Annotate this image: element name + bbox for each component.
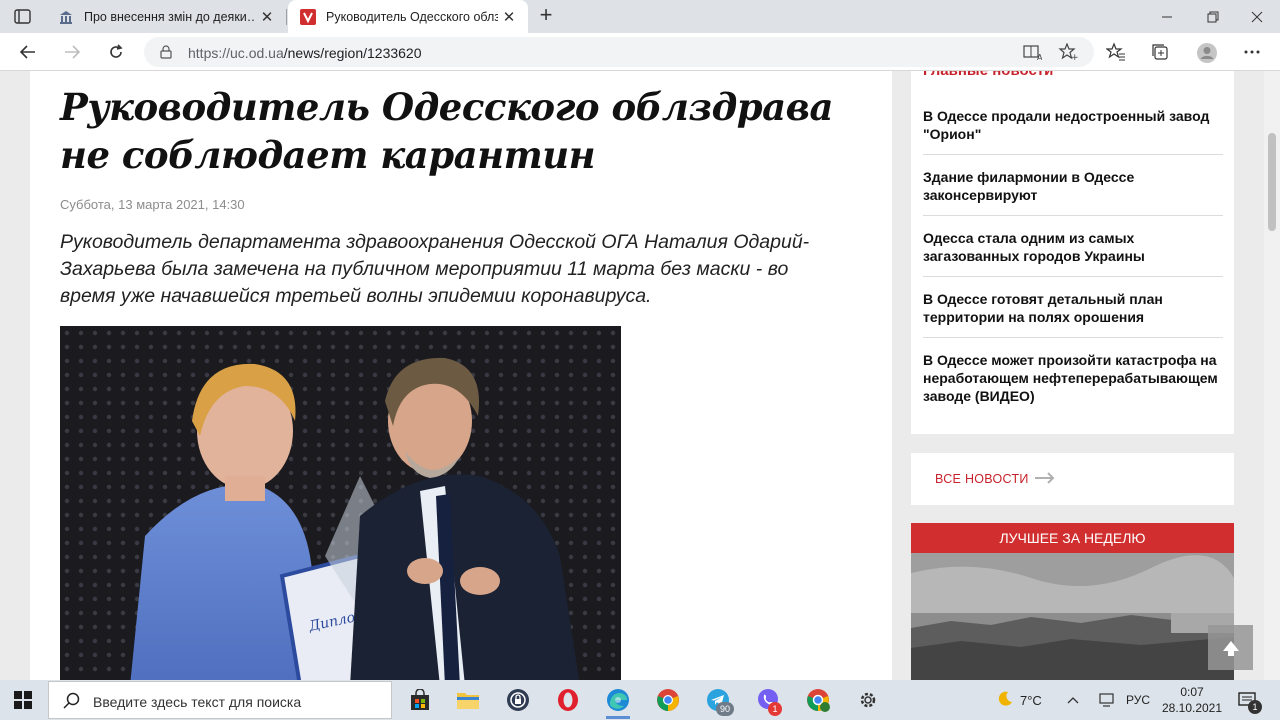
clock-time: 0:07 xyxy=(1180,685,1204,699)
lock-icon[interactable] xyxy=(160,45,172,59)
profile-avatar-icon[interactable] xyxy=(1196,42,1217,63)
article-date: Суббота, 13 марта 2021, 14:30 xyxy=(60,197,245,212)
windows-start-icon[interactable] xyxy=(14,691,32,709)
viber-app-icon[interactable]: 1 xyxy=(752,684,784,716)
show-hidden-icons-button[interactable] xyxy=(1066,680,1080,720)
language-indicator[interactable]: РУС xyxy=(1126,680,1150,720)
close-tab-icon[interactable]: ✕ xyxy=(256,8,278,26)
add-favorite-icon[interactable]: + xyxy=(1058,42,1079,63)
opera-browser-icon[interactable] xyxy=(552,684,584,716)
favorites-icon[interactable] xyxy=(1105,42,1126,62)
web-page: Руководитель Одесского облздрава не собл… xyxy=(0,71,1280,680)
reading-view-icon[interactable]: A xyxy=(1022,43,1043,62)
article-photo[interactable]: Диплом xyxy=(60,326,621,680)
news-link[interactable]: В Одессе готовят детальный план территор… xyxy=(923,290,1223,326)
telegram-badge: 90 xyxy=(716,702,734,716)
divider xyxy=(923,215,1223,216)
telegram-app-icon[interactable]: 90 xyxy=(702,684,734,716)
main-news-heading: Главные новости xyxy=(923,71,1053,79)
browser-toolbar: https://uc.od.ua/news/region/1233620 A + xyxy=(0,33,1280,71)
divider xyxy=(923,154,1223,155)
chrome-profile-icon[interactable] xyxy=(802,684,834,716)
tab-active[interactable]: Руководитель Одесского облзд ✕ xyxy=(288,0,528,33)
file-explorer-icon[interactable] xyxy=(452,684,484,716)
arrow-right-icon xyxy=(1034,471,1056,485)
forward-button[interactable] xyxy=(58,39,86,65)
all-news-label: ВСЕ НОВОСТИ xyxy=(935,472,1029,486)
tab-inactive[interactable]: Про внесення змін до деяки… ✕ xyxy=(46,0,286,33)
taskbar-search-input[interactable]: Введите здесь текст для поиска xyxy=(48,681,392,719)
viber-badge: 1 xyxy=(768,702,782,716)
back-button[interactable] xyxy=(14,39,42,65)
collections-icon[interactable] xyxy=(1150,42,1170,62)
news-link[interactable]: В Одессе может произойти катастрофа на н… xyxy=(923,351,1223,405)
new-tab-button[interactable]: + xyxy=(534,4,558,28)
notifications-icon[interactable]: 1 xyxy=(1238,680,1262,720)
url-text[interactable]: https://uc.od.ua/news/region/1233620 xyxy=(188,45,422,61)
search-placeholder: Введите здесь текст для поиска xyxy=(93,694,302,710)
more-menu-icon[interactable] xyxy=(1242,42,1262,62)
article-lead: Руководитель департамента здравоохранени… xyxy=(60,231,810,307)
scroll-to-top-button[interactable] xyxy=(1208,625,1253,670)
article-headline: Руководитель Одесского облздрава не собл… xyxy=(60,85,833,177)
close-window-button[interactable] xyxy=(1234,0,1280,33)
moon-icon xyxy=(996,690,1014,711)
site-logo-icon xyxy=(300,8,316,25)
tab-title: Про внесення змін до деяки… xyxy=(84,9,256,24)
store-app-icon[interactable] xyxy=(404,684,436,716)
government-site-icon xyxy=(58,9,74,25)
edge-browser-icon[interactable] xyxy=(602,684,634,719)
notifications-badge: 1 xyxy=(1248,700,1262,714)
restore-button[interactable] xyxy=(1190,0,1236,33)
all-news-link[interactable]: ВСЕ НОВОСТИ xyxy=(911,453,1234,505)
scrollbar-thumb[interactable] xyxy=(1268,133,1276,231)
chrome-browser-icon[interactable] xyxy=(652,684,684,716)
refresh-button[interactable] xyxy=(102,39,130,65)
main-news-box: Главные новости В Одессе продали недостр… xyxy=(911,71,1234,434)
network-icon[interactable] xyxy=(1098,680,1116,720)
best-of-week-box[interactable]: ЛУЧШЕЕ ЗА НЕДЕЛЮ xyxy=(911,523,1234,680)
taskbar: Введите здесь текст для поиска 90 1 7°C xyxy=(0,680,1280,720)
divider xyxy=(923,276,1223,277)
news-link[interactable]: Здание филармонии в Одессе законсервирую… xyxy=(923,168,1223,204)
tab-divider xyxy=(286,9,287,25)
tab-title: Руководитель Одесского облзд xyxy=(326,9,498,24)
best-of-week-heading: ЛУЧШЕЕ ЗА НЕДЕЛЮ xyxy=(911,523,1234,553)
temperature-text: 7°C xyxy=(1020,692,1042,708)
svg-text:+: + xyxy=(1071,53,1078,61)
article: Руководитель Одесского облздрава не собл… xyxy=(30,71,892,680)
clock-date: 28.10.2021 xyxy=(1161,701,1223,715)
divider xyxy=(923,337,1223,338)
settings-gear-icon[interactable] xyxy=(852,684,884,716)
search-icon xyxy=(63,692,81,710)
address-bar[interactable]: https://uc.od.ua/news/region/1233620 A + xyxy=(144,37,1094,67)
minimize-button[interactable] xyxy=(1144,0,1190,33)
page-scrollbar[interactable] xyxy=(1264,71,1280,680)
system-clock[interactable]: 0:07 28.10.2021 xyxy=(1160,684,1224,716)
news-link[interactable]: Одесса стала одним из самых загазованных… xyxy=(923,229,1223,265)
weather-widget[interactable]: 7°C xyxy=(996,680,1042,720)
tab-actions-icon[interactable] xyxy=(12,7,34,27)
best-of-week-image[interactable] xyxy=(911,553,1234,680)
close-tab-icon[interactable]: ✕ xyxy=(498,8,520,26)
tab-bar: Про внесення змін до деяки… ✕ Руководите… xyxy=(0,0,1280,33)
news-link[interactable]: В Одессе продали недостроенный завод "Ор… xyxy=(923,107,1223,143)
svg-text:A: A xyxy=(1037,53,1042,61)
vpn-app-icon[interactable] xyxy=(502,684,534,716)
